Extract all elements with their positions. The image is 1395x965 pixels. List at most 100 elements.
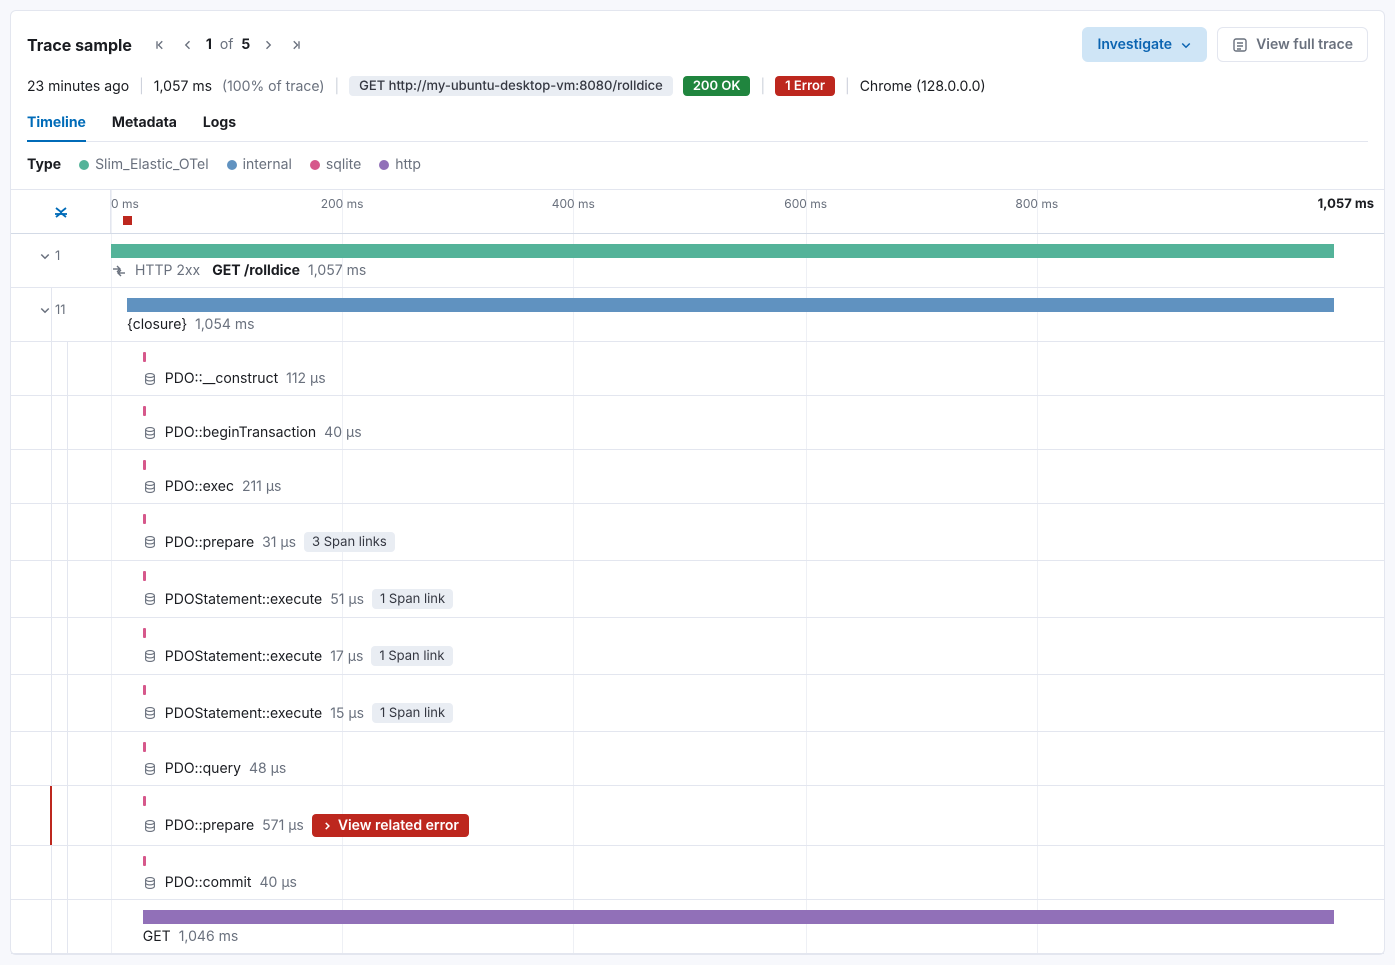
span-bar[interactable]	[143, 406, 146, 416]
span-name: PDO::query	[165, 760, 241, 777]
timeline-axis: 0 ms 200 ms 400 ms 600 ms 800 ms 1,057 m…	[11, 190, 1384, 234]
legend-label: Type	[27, 156, 61, 173]
span-row[interactable]: PDO::prepare 31 μs 3 Span links	[11, 504, 1384, 561]
legend-text: Slim_Elastic_OTel	[95, 156, 209, 173]
tab-logs[interactable]: Logs	[203, 114, 236, 141]
span-bar[interactable]	[143, 628, 146, 638]
summary-age: 23 minutes ago	[27, 78, 129, 95]
legend: Type Slim_Elastic_OTel internal sqlite h…	[27, 142, 1368, 189]
span-duration: 40 μs	[260, 874, 297, 891]
row-toggle[interactable]: 11	[39, 302, 66, 318]
span-bar[interactable]	[143, 742, 146, 752]
database-icon	[143, 592, 157, 606]
pager-first-icon[interactable]	[150, 37, 170, 53]
span-duration: 40 μs	[324, 424, 361, 441]
legend-item[interactable]: sqlite	[310, 156, 361, 173]
tabs: Timeline Metadata Logs	[27, 114, 1368, 142]
span-bar[interactable]	[143, 796, 146, 806]
investigate-button[interactable]: Investigate	[1082, 27, 1207, 62]
database-icon	[143, 372, 157, 386]
span-duration: 571 μs	[262, 817, 304, 834]
legend-item[interactable]: http	[379, 156, 421, 173]
axis-tick: 0 ms	[111, 196, 139, 211]
summary-status-pill: 200 OK	[683, 76, 751, 96]
span-name: {closure}	[127, 316, 187, 333]
span-name: PDO::__construct	[165, 370, 278, 387]
pager-current: 1	[206, 36, 212, 53]
row-child-count: 11	[55, 302, 66, 318]
axis-tick: 400 ms	[552, 196, 595, 211]
summary-error-pill[interactable]: 1 Error	[775, 76, 835, 96]
span-row[interactable]: GET 1,046 ms	[11, 900, 1384, 954]
span-row[interactable]: PDO::query 48 μs	[11, 732, 1384, 786]
span-bar[interactable]	[127, 298, 1334, 312]
pager-total: 5	[241, 36, 250, 53]
span-bar[interactable]	[143, 352, 146, 362]
pager-next-icon[interactable]	[258, 37, 278, 53]
span-duration: 112 μs	[286, 370, 325, 387]
span-duration: 1,054 ms	[195, 316, 254, 333]
summary-request-pill: GET http://my-ubuntu-desktop-vm:8080/rol…	[349, 76, 673, 96]
span-duration: 211 μs	[242, 478, 281, 495]
span-duration: 51 μs	[330, 591, 364, 608]
span-bar[interactable]	[143, 685, 146, 695]
span-row[interactable]: PDO::exec 211 μs	[11, 450, 1384, 504]
span-row[interactable]: PDOStatement::execute 17 μs 1 Span link	[11, 618, 1384, 675]
span-name: PDO::prepare	[165, 817, 254, 834]
span-bar[interactable]	[143, 910, 1334, 924]
span-links-badge[interactable]: 1 Span link	[372, 589, 453, 609]
span-row[interactable]: 11 {closure} 1,054 ms	[11, 288, 1384, 342]
collapse-all-icon[interactable]	[52, 203, 70, 221]
span-row[interactable]: PDO::beginTransaction 40 μs	[11, 396, 1384, 450]
span-duration: 1,046 ms	[179, 928, 239, 945]
span-bar[interactable]	[143, 571, 146, 581]
legend-dot-icon	[379, 160, 389, 170]
summary-duration: 1,057 ms	[154, 78, 212, 95]
span-links-badge[interactable]: 1 Span link	[371, 646, 452, 666]
span-prefix: HTTP 2xx	[135, 262, 200, 279]
tab-metadata[interactable]: Metadata	[112, 114, 177, 141]
legend-dot-icon	[79, 160, 89, 170]
legend-item[interactable]: internal	[227, 156, 292, 173]
span-bar[interactable]	[143, 460, 146, 470]
span-row[interactable]: PDO::commit 40 μs	[11, 846, 1384, 900]
span-row[interactable]: 1 HTTP 2xx GET /rolldice 1,057 ms	[11, 234, 1384, 288]
pager-sep: of	[220, 36, 234, 53]
span-bar[interactable]	[143, 856, 146, 866]
axis-end-label: 1,057 ms	[1318, 196, 1374, 212]
pager-last-icon[interactable]	[286, 37, 306, 53]
view-full-trace-button[interactable]: View full trace	[1217, 27, 1368, 62]
span-row[interactable]: PDOStatement::execute 51 μs 1 Span link	[11, 561, 1384, 618]
summary-percent: (100% of trace)	[222, 78, 324, 95]
page-title: Trace sample	[27, 35, 132, 55]
summary-bar: 23 minutes ago | 1,057 ms (100% of trace…	[27, 76, 1368, 96]
span-row[interactable]: PDO::__construct 112 μs	[11, 342, 1384, 396]
span-name: GET	[143, 928, 171, 945]
span-bar[interactable]	[143, 514, 146, 524]
axis-tick: 600 ms	[784, 196, 827, 211]
database-icon	[143, 480, 157, 494]
database-icon	[143, 535, 157, 549]
span-links-badge[interactable]: 3 Span links	[304, 532, 395, 552]
legend-item[interactable]: Slim_Elastic_OTel	[79, 156, 209, 173]
axis-error-marker-icon[interactable]	[123, 216, 132, 225]
legend-text: sqlite	[326, 156, 361, 173]
tab-timeline[interactable]: Timeline	[27, 114, 86, 141]
span-row[interactable]: PDOStatement::execute 15 μs 1 Span link	[11, 675, 1384, 732]
span-name: PDO::exec	[165, 478, 234, 495]
span-row[interactable]: PDO::prepare 571 μs View related error	[11, 786, 1384, 846]
axis-tick: 200 ms	[321, 196, 364, 211]
span-bar[interactable]	[111, 244, 1334, 258]
row-toggle[interactable]: 1	[39, 248, 60, 264]
legend-dot-icon	[227, 160, 237, 170]
row-child-count: 1	[55, 248, 60, 264]
incoming-request-icon	[111, 263, 127, 279]
axis-tick: 800 ms	[1015, 196, 1058, 211]
span-name: PDO::commit	[165, 874, 252, 891]
pager-prev-icon[interactable]	[178, 37, 198, 53]
span-links-badge[interactable]: 1 Span link	[372, 703, 453, 723]
database-icon	[143, 706, 157, 720]
view-related-error-button[interactable]: View related error	[312, 814, 469, 837]
view-full-trace-label: View full trace	[1256, 36, 1353, 53]
database-icon	[143, 819, 157, 833]
